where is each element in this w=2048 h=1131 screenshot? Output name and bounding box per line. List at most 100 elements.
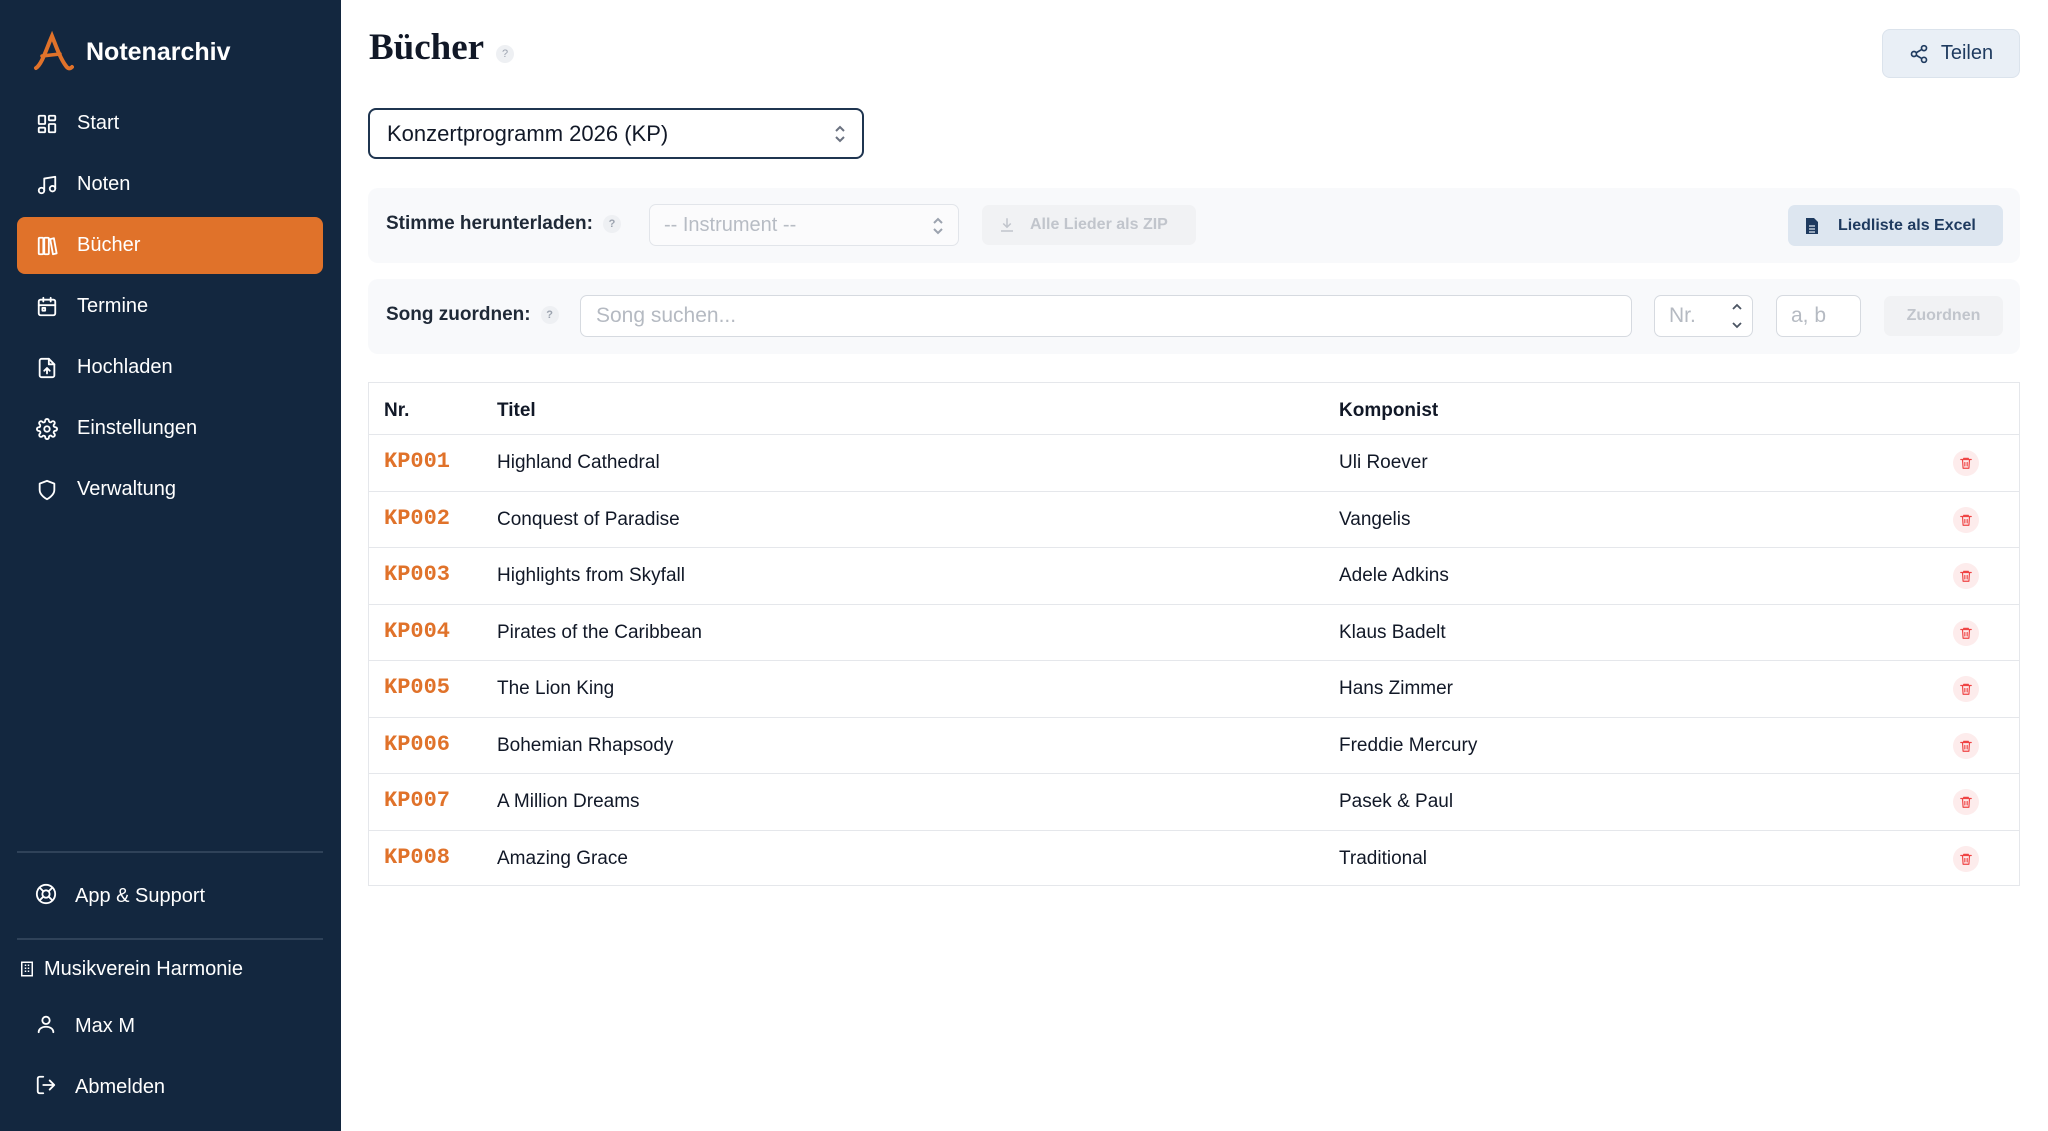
page-title: Bücher [369, 27, 485, 68]
song-number[interactable]: KP004 [384, 619, 450, 644]
song-composer: Uli Roever [1339, 452, 1428, 473]
brand[interactable]: Notenarchiv [30, 28, 230, 76]
logout-label: Abmelden [75, 1075, 166, 1098]
assign-panel: Song zuordnen: ? Zuordnen [368, 279, 2020, 354]
table-header: Nr. Titel Komponist [369, 383, 2019, 435]
assign-button[interactable]: Zuordnen [1884, 296, 2003, 336]
calendar-icon [35, 295, 59, 319]
trash-icon [1960, 514, 1972, 526]
number-stepper-icon[interactable] [1730, 299, 1748, 333]
delete-button[interactable] [1953, 732, 1979, 759]
header-composer[interactable]: Komponist [1339, 400, 1438, 422]
delete-button[interactable] [1953, 845, 1979, 872]
trash-icon [1960, 853, 1972, 865]
song-title: Highlights from Skyfall [497, 565, 685, 586]
download-panel: Stimme herunterladen: ? -- Instrument --… [368, 188, 2020, 263]
delete-button[interactable] [1953, 789, 1979, 815]
download-zip-button[interactable]: Alle Lieder als ZIP [982, 205, 1196, 245]
trash-icon [1960, 457, 1972, 469]
trash-icon [1960, 796, 1972, 808]
chevron-up-down-icon [834, 124, 846, 144]
nav-item-termine[interactable]: Termine [17, 278, 323, 335]
suffix-input[interactable] [1776, 295, 1861, 337]
help-icon[interactable]: ? [602, 215, 621, 233]
nav-item-user[interactable]: Max M [17, 1001, 323, 1051]
organization-name: Musikverein Harmonie [44, 957, 243, 980]
song-number[interactable]: KP001 [384, 449, 450, 474]
logo-icon [34, 30, 74, 71]
excel-label: Liedliste als Excel [1838, 216, 1976, 234]
nav-item-label: Noten [77, 173, 131, 195]
download-label-wrap: Stimme herunterladen: ? [386, 213, 621, 235]
song-number[interactable]: KP006 [384, 732, 450, 757]
instrument-select-value: -- Instrument -- [664, 213, 797, 236]
nav-item-label: Bücher [77, 234, 141, 256]
song-composer: Hans Zimmer [1339, 678, 1454, 699]
nav-item-hochladen[interactable]: Hochladen [17, 339, 323, 396]
song-search-input[interactable] [580, 295, 1632, 337]
header-title[interactable]: Titel [497, 400, 536, 422]
song-title: The Lion King [497, 678, 615, 699]
song-number[interactable]: KP005 [384, 675, 450, 700]
table-row[interactable]: KP006 Bohemian Rhapsody Freddie Mercury [369, 718, 2019, 774]
logout-icon [35, 1074, 57, 1101]
songs-table: Nr. Titel Komponist KP001 Highland Cathed… [368, 382, 2020, 886]
nav-item-label: Verwaltung [77, 478, 176, 500]
help-icon[interactable]: ? [540, 306, 559, 324]
nav-item-label: Einstellungen [77, 417, 198, 439]
delete-button[interactable] [1953, 563, 1979, 589]
excel-export-button[interactable]: Liedliste als Excel [1788, 205, 2003, 246]
table-row[interactable]: KP001 Highland Cathedral Uli Roever [369, 435, 2019, 492]
song-composer: Freddie Mercury [1339, 734, 1478, 756]
song-title: Bohemian Rhapsody [497, 734, 674, 756]
building-icon [21, 961, 33, 977]
trash-icon [1960, 627, 1972, 639]
song-title: A Million Dreams [497, 791, 640, 812]
song-composer: Vangelis [1339, 508, 1411, 530]
delete-button[interactable] [1953, 450, 1979, 476]
song-title: Highland Cathedral [497, 452, 660, 473]
song-composer: Adele Adkins [1339, 565, 1449, 586]
book-select[interactable]: Konzertprogramm 2026 (KP) [368, 108, 864, 159]
nav-item-buecher[interactable]: Bücher [17, 217, 323, 274]
table-row[interactable]: KP003 Highlights from Skyfall Adele Adkins [369, 548, 2019, 605]
nav-item-verwaltung[interactable]: Verwaltung [17, 461, 323, 518]
song-title: Conquest of Paradise [497, 508, 680, 530]
sidebar-divider [17, 851, 323, 853]
table-row[interactable]: KP008 Amazing Grace Traditional [369, 831, 2019, 888]
song-number[interactable]: KP002 [384, 506, 450, 531]
song-number[interactable]: KP007 [384, 788, 450, 813]
song-number[interactable]: KP008 [384, 845, 450, 870]
nav-item-einstellungen[interactable]: Einstellungen [17, 400, 323, 457]
main-nav: Start Noten Bücher Termine Hochladen Ein… [17, 95, 323, 522]
help-icon[interactable]: ? [496, 45, 514, 63]
download-label: Stimme herunterladen: [386, 213, 593, 234]
music-note-icon [35, 173, 59, 197]
trash-icon [1960, 740, 1972, 752]
delete-button[interactable] [1953, 676, 1979, 702]
header-nr[interactable]: Nr. [384, 400, 409, 422]
nav-item-logout[interactable]: Abmelden [17, 1062, 323, 1112]
assign-label-wrap: Song zuordnen: ? [386, 304, 559, 326]
nav-item-label: Hochladen [77, 356, 173, 378]
organization: Musikverein Harmonie [18, 952, 243, 986]
nav-item-label: Termine [77, 295, 149, 317]
trash-icon [1960, 683, 1972, 695]
song-number[interactable]: KP003 [384, 562, 450, 587]
table-row[interactable]: KP004 Pirates of the Caribbean Klaus Badel… [369, 605, 2019, 661]
nav-item-start[interactable]: Start [17, 95, 323, 152]
assign-label: Song zuordnen: [386, 304, 531, 325]
instrument-select[interactable]: -- Instrument -- [649, 204, 959, 246]
nav-item-support[interactable]: App & Support [17, 871, 323, 921]
delete-button[interactable] [1953, 619, 1979, 646]
nav-item-noten[interactable]: Noten [17, 156, 323, 213]
app-name: Notenarchiv [86, 37, 231, 66]
share-button[interactable]: Teilen [1882, 29, 2020, 78]
delete-button[interactable] [1953, 506, 1979, 533]
table-row[interactable]: KP007 A Million Dreams Pasek & Paul [369, 774, 2019, 831]
nav-item-label: Start [77, 112, 120, 134]
song-composer: Klaus Badelt [1339, 621, 1446, 643]
song-composer: Traditional [1339, 847, 1428, 869]
table-row[interactable]: KP005 The Lion King Hans Zimmer [369, 661, 2019, 718]
table-row[interactable]: KP002 Conquest of Paradise Vangelis [369, 492, 2019, 548]
